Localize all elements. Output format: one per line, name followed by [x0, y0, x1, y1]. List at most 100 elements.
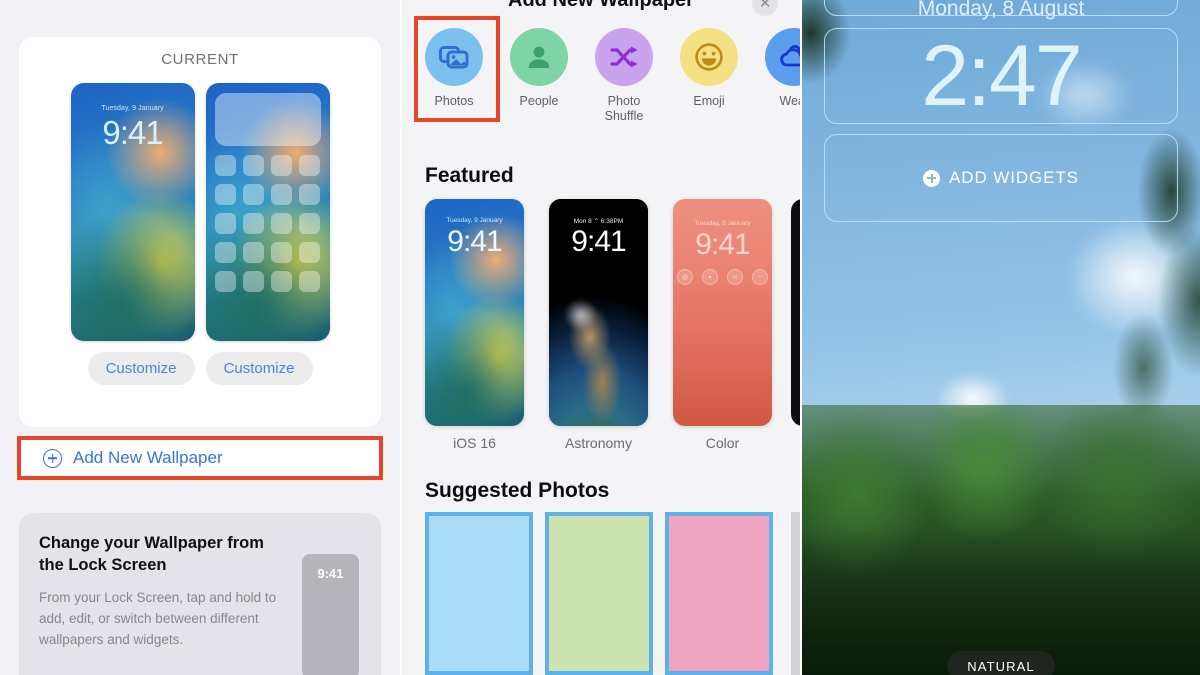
featured-time: 9:41 [571, 225, 626, 258]
add-widgets-button[interactable]: ADD WIDGETS [824, 134, 1178, 222]
suggested-photos-title: Suggested Photos [425, 479, 610, 502]
customize-home-button[interactable]: Customize [205, 352, 313, 385]
featured-time: 9:41 [447, 225, 502, 258]
wallpaper-category-row: Photos People Photo Shuffle Emoji We [425, 28, 800, 124]
color-widget-row: ◎ ▪ ☺ ~ [673, 269, 772, 285]
widget-circle-icon: ☺ [727, 269, 743, 285]
app-icon [299, 271, 321, 292]
add-new-wallpaper-sheet: Add New Wallpaper ✕ Photos People Photo … [400, 0, 800, 675]
suggested-photo-item[interactable] [425, 512, 533, 675]
tip-title: Change your Wallpaper from the Lock Scre… [39, 534, 264, 574]
featured-next-item-peek[interactable] [791, 199, 800, 426]
style-pill-natural[interactable]: NATURAL [947, 651, 1055, 675]
category-weather[interactable]: Weat [765, 28, 800, 124]
featured-item-astronomy[interactable]: Mon 8 ⌃ 6:38PM 9:41 Astronomy [549, 199, 648, 451]
featured-wallpaper-row: Tuesday, 9 January 9:41 iOS 16 Mon 8 ⌃ 6… [425, 199, 772, 451]
wallpaper-settings-panel: CURRENT Tuesday, 9 January 9:41 Customiz… [0, 0, 400, 675]
app-icon [214, 155, 236, 176]
photos-icon [425, 28, 483, 86]
app-icon [271, 155, 293, 176]
category-photos[interactable]: Photos [425, 28, 483, 124]
app-icon [299, 213, 321, 234]
app-icon [242, 213, 264, 234]
suggested-photos-row [425, 512, 773, 675]
app-icon [214, 242, 236, 263]
app-icon [242, 271, 264, 292]
current-section-label: CURRENT [161, 51, 239, 68]
app-icon [299, 155, 321, 176]
add-new-wallpaper-highlight: Add New Wallpaper [17, 436, 383, 480]
weather-cloud-sun-icon [765, 28, 800, 86]
featured-caption: Astronomy [565, 435, 632, 451]
customize-buttons-row: Customize Customize [19, 352, 381, 385]
plus-circle-icon [923, 169, 941, 187]
featured-item-color[interactable]: Tuesday, 9 January 9:41 ◎ ▪ ☺ ~ Color [673, 199, 772, 451]
current-wallpaper-card: CURRENT Tuesday, 9 January 9:41 Customiz… [19, 37, 381, 427]
app-icon-row [214, 213, 321, 234]
widget-circle-icon: ◎ [677, 269, 693, 285]
add-widgets-label: ADD WIDGETS [949, 168, 1079, 187]
suggested-photo-item[interactable] [665, 512, 773, 675]
featured-date: Tuesday, 9 January [694, 220, 751, 227]
suggested-photo-item[interactable] [545, 512, 653, 675]
lock-preview-time: 9:41 [102, 114, 163, 151]
lock-screen-date: Monday, 8 August [917, 0, 1085, 20]
app-icon [242, 155, 264, 176]
category-photos-label: Photos [434, 94, 474, 108]
app-icon-row [214, 242, 321, 263]
lock-screen-thumb-wrap: Tuesday, 9 January 9:41 [70, 83, 195, 341]
featured-caption: Color [705, 435, 740, 451]
app-icon [242, 184, 264, 205]
suggested-photo-peek[interactable] [791, 512, 800, 675]
screenshot-root: CURRENT Tuesday, 9 January 9:41 Customiz… [0, 0, 1200, 675]
wallpaper-tip-card: Change your Wallpaper from the Lock Scre… [19, 513, 381, 675]
app-icon [271, 184, 293, 205]
lock-screen-time: 2:47 [921, 28, 1082, 124]
tip-body: From your Lock Screen, tap and hold to a… [39, 590, 277, 647]
astronomy-cloud [556, 289, 605, 340]
add-new-wallpaper-button[interactable]: Add New Wallpaper [21, 440, 379, 476]
app-icon [242, 242, 264, 263]
add-new-wallpaper-label: Add New Wallpaper [73, 448, 223, 467]
featured-thumbnail: Tuesday, 9 January 9:41 [425, 199, 524, 426]
category-people[interactable]: People [510, 28, 568, 124]
featured-section-title: Featured [425, 164, 514, 187]
app-icon [299, 184, 321, 205]
category-weather-label: Weat [779, 94, 800, 108]
app-icon [271, 242, 293, 263]
close-icon[interactable]: ✕ [752, 0, 778, 16]
app-icon-row-dock [214, 271, 321, 292]
lock-screen-preview-panel: Monday, 8 August 2:47 ADD WIDGETS Pinch … [800, 0, 1200, 675]
featured-thumbnail: Mon 8 ⌃ 6:38PM 9:41 [549, 199, 648, 426]
app-icon [214, 271, 236, 292]
app-icon [271, 213, 293, 234]
featured-thumbnail: Tuesday, 9 January 9:41 ◎ ▪ ☺ ~ [673, 199, 772, 426]
smiley-icon [680, 28, 738, 86]
home-screen-thumb-wrap [205, 83, 330, 341]
app-icon-row [214, 155, 321, 176]
category-photo-shuffle[interactable]: Photo Shuffle [595, 28, 653, 124]
featured-item-ios16[interactable]: Tuesday, 9 January 9:41 iOS 16 [425, 199, 524, 451]
category-emoji-label: Emoji [693, 94, 725, 108]
app-icon [214, 213, 236, 234]
featured-time: 9:41 [695, 228, 750, 261]
tip-thumbnail: 9:41 [302, 554, 359, 675]
current-thumbnails: Tuesday, 9 January 9:41 [19, 83, 381, 341]
sheet-title: Add New Wallpaper [508, 0, 694, 11]
category-people-label: People [519, 94, 559, 108]
widget-circle-icon: ~ [752, 269, 768, 285]
shuffle-icon [595, 28, 653, 86]
tip-thumbnail-time: 9:41 [317, 566, 344, 581]
lock-preview-date: Tuesday, 9 January [101, 105, 164, 112]
home-icon-grid [206, 83, 330, 341]
plus-circle-icon [43, 448, 62, 468]
lock-screen-preview[interactable]: Tuesday, 9 January 9:41 [70, 83, 195, 341]
person-icon [510, 28, 568, 86]
app-icon [299, 242, 321, 263]
home-screen-preview[interactable] [205, 83, 330, 341]
featured-date: Tuesday, 9 January [446, 217, 503, 224]
customize-lock-button[interactable]: Customize [87, 352, 195, 385]
app-icon-row [214, 184, 321, 205]
app-icon [271, 271, 293, 292]
category-emoji[interactable]: Emoji [680, 28, 738, 124]
